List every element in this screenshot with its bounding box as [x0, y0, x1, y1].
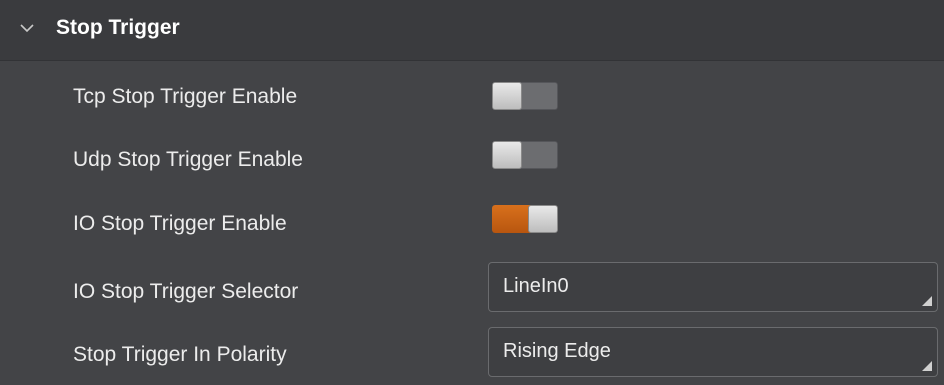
io-stop-trigger-enable-toggle[interactable]: [492, 205, 558, 233]
tcp-stop-trigger-enable-label: Tcp Stop Trigger Enable: [73, 85, 298, 108]
section-title: Stop Trigger: [56, 16, 180, 39]
toggle-knob[interactable]: [492, 82, 522, 110]
resize-grip-icon: [922, 361, 932, 371]
section-header-stop-trigger[interactable]: Stop Trigger: [0, 0, 944, 61]
stop-trigger-in-polarity-label: Stop Trigger In Polarity: [73, 343, 287, 366]
toggle-track-on: [492, 205, 532, 233]
io-stop-trigger-selector-value: LineIn0: [503, 275, 569, 297]
io-stop-trigger-enable-label: IO Stop Trigger Enable: [73, 212, 287, 235]
parameter-panel: Stop Trigger Tcp Stop Trigger Enable Udp…: [0, 0, 944, 385]
resize-grip-icon: [922, 296, 932, 306]
stop-trigger-in-polarity-value: Rising Edge: [503, 340, 611, 362]
stop-trigger-in-polarity-dropdown[interactable]: Rising Edge: [488, 327, 938, 377]
io-stop-trigger-selector-label: IO Stop Trigger Selector: [73, 280, 299, 303]
udp-stop-trigger-enable-label: Udp Stop Trigger Enable: [73, 148, 303, 171]
chevron-down-icon[interactable]: [18, 19, 36, 37]
tcp-stop-trigger-enable-toggle[interactable]: [492, 82, 558, 110]
toggle-knob[interactable]: [528, 205, 558, 233]
udp-stop-trigger-enable-toggle[interactable]: [492, 141, 558, 169]
io-stop-trigger-selector-dropdown[interactable]: LineIn0: [488, 262, 938, 312]
toggle-knob[interactable]: [492, 141, 522, 169]
